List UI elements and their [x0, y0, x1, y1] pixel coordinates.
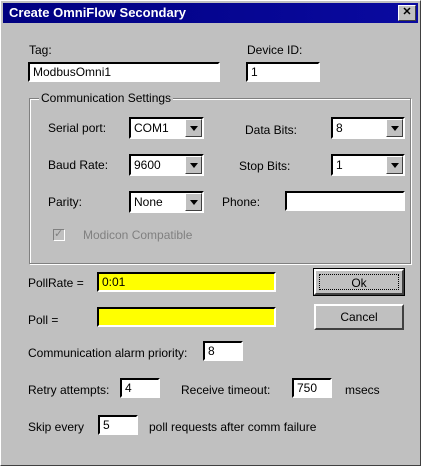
ok-button[interactable]: Ok: [313, 268, 405, 296]
tag-input[interactable]: ModbusOmni1: [28, 62, 220, 82]
chevron-down-icon[interactable]: [386, 119, 403, 137]
phone-input[interactable]: [285, 191, 405, 211]
skip-every-input[interactable]: 5: [98, 415, 138, 435]
serial-port-value: COM1: [134, 121, 169, 135]
serial-port-label: Serial port:: [48, 121, 107, 135]
chevron-down-icon[interactable]: [185, 156, 202, 174]
create-omniflow-dialog: Create OmniFlow Secondary ✕ Tag: ModbusO…: [0, 0, 421, 466]
skip-every-label: Skip every: [28, 420, 85, 434]
title-bar[interactable]: Create OmniFlow Secondary ✕: [3, 3, 418, 23]
ok-button-label: Ok: [319, 274, 399, 290]
data-bits-label: Data Bits:: [245, 123, 298, 137]
chevron-down-icon[interactable]: [185, 119, 202, 137]
communication-settings-title: Communication Settings: [39, 91, 174, 105]
baud-rate-select[interactable]: 9600: [129, 154, 204, 176]
baud-rate-value: 9600: [134, 158, 161, 172]
receive-timeout-input[interactable]: 750: [292, 378, 332, 398]
device-id-input[interactable]: 1: [246, 62, 320, 82]
chevron-down-icon[interactable]: [185, 193, 202, 211]
close-button[interactable]: ✕: [398, 5, 416, 21]
window-title: Create OmniFlow Secondary: [9, 5, 186, 20]
pollrate-input[interactable]: 0:01: [97, 272, 276, 292]
modicon-compatible-checkbox[interactable]: [53, 227, 65, 241]
parity-value: None: [134, 195, 163, 209]
phone-label: Phone:: [222, 195, 261, 209]
retry-attempts-label: Retry attempts:: [28, 383, 110, 397]
chevron-down-icon[interactable]: [386, 156, 403, 174]
poll-label: Poll =: [28, 313, 59, 327]
parity-select[interactable]: None: [129, 191, 204, 213]
device-id-label: Device ID:: [247, 43, 303, 57]
stop-bits-value: 1: [336, 158, 343, 172]
stop-bits-select[interactable]: 1: [331, 154, 405, 176]
poll-input[interactable]: [97, 307, 276, 327]
alarm-priority-input[interactable]: 8: [203, 341, 243, 361]
alarm-priority-label: Communication alarm priority:: [28, 346, 188, 360]
data-bits-value: 8: [336, 121, 343, 135]
retry-attempts-input[interactable]: 4: [120, 378, 160, 398]
modicon-compatible-label: Modicon Compatible: [83, 228, 193, 242]
close-icon: ✕: [402, 6, 412, 18]
receive-timeout-unit: msecs: [345, 383, 380, 397]
stop-bits-label: Stop Bits:: [239, 159, 291, 173]
tag-label: Tag:: [29, 43, 52, 57]
serial-port-select[interactable]: COM1: [129, 117, 204, 139]
skip-every-suffix-label: poll requests after comm failure: [149, 420, 317, 434]
data-bits-select[interactable]: 8: [331, 117, 405, 139]
cancel-button[interactable]: Cancel: [314, 304, 404, 330]
receive-timeout-label: Receive timeout:: [181, 383, 271, 397]
parity-label: Parity:: [48, 195, 83, 209]
baud-rate-label: Baud Rate:: [48, 158, 109, 172]
pollrate-label: PollRate =: [28, 276, 84, 290]
